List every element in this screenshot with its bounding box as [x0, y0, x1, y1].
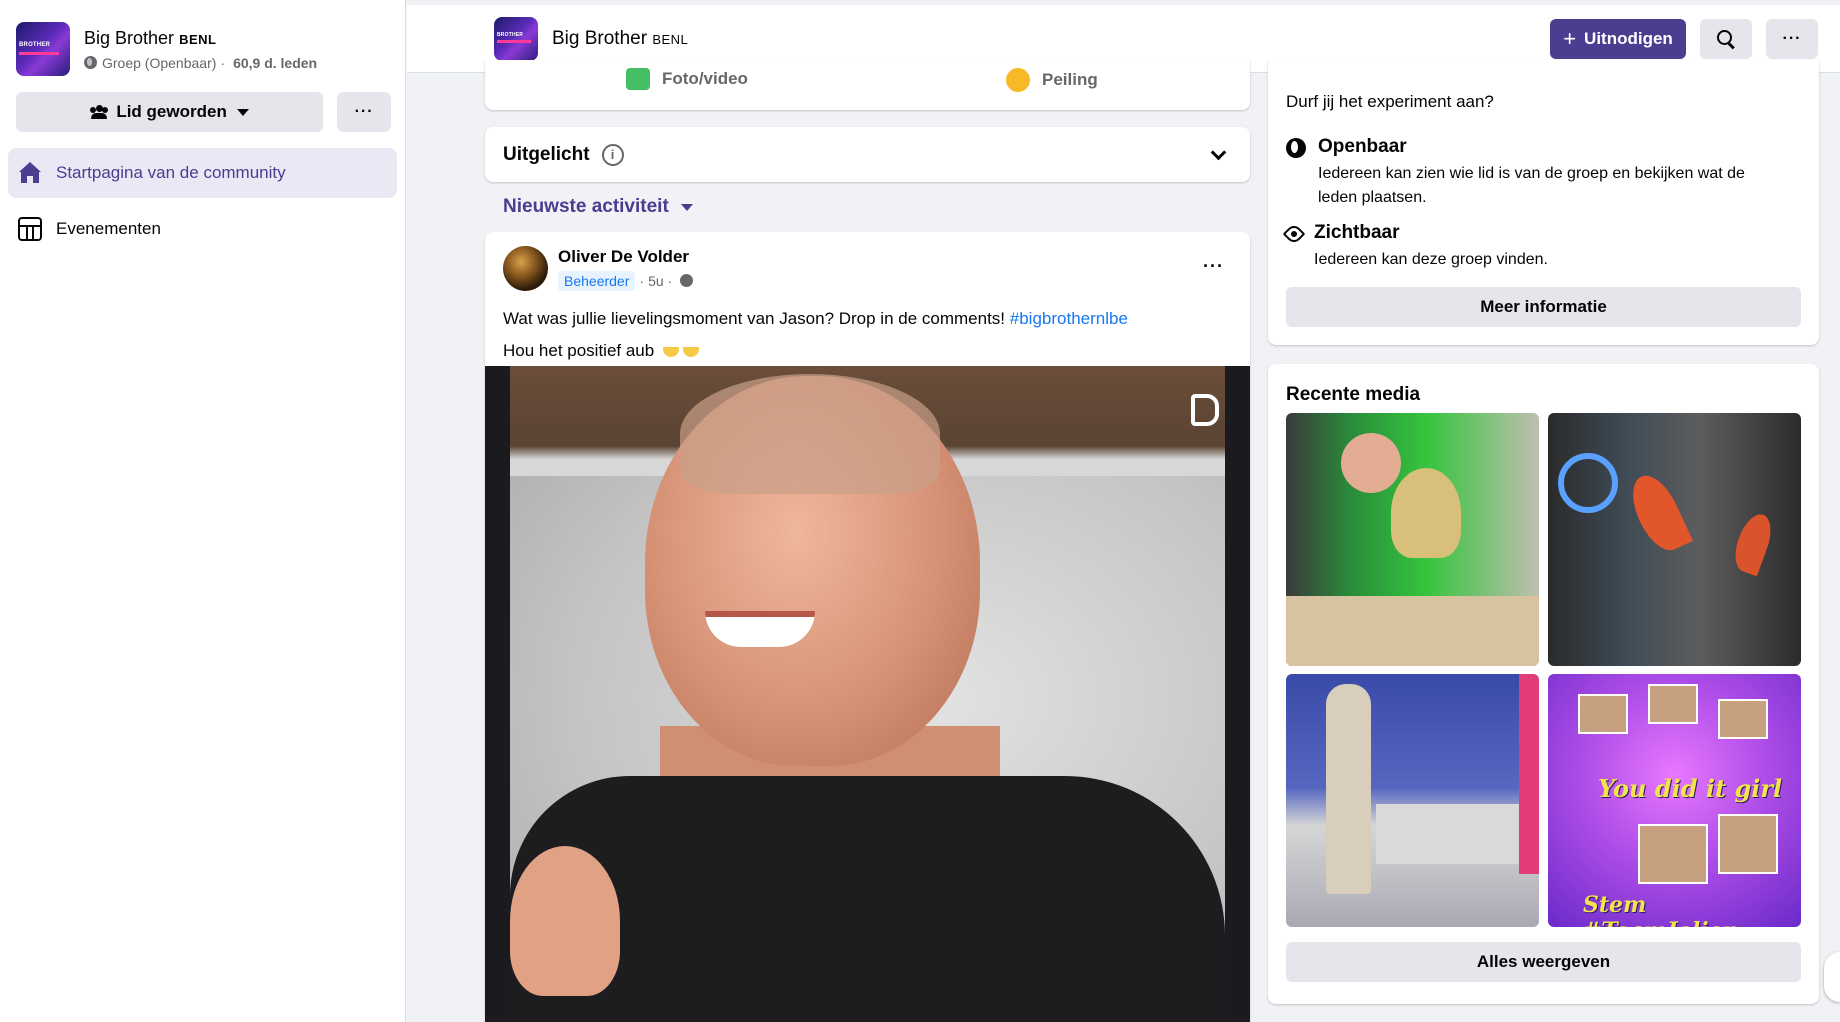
- post-more-button[interactable]: ···: [1203, 256, 1224, 277]
- about-public: Openbaar Iedereen kan zien wie lid is va…: [1286, 136, 1788, 210]
- post-image[interactable]: [485, 366, 1250, 1022]
- thumb-accent-line: [497, 39, 531, 43]
- group-titles: Big Brother BENL Groep (Openbaar) · 60,9…: [84, 28, 317, 71]
- post-text-line-1: Wat was jullie lievelingsmoment van Jaso…: [503, 303, 1232, 335]
- featured-title: Uitgelicht: [503, 143, 590, 165]
- group-member-count[interactable]: 60,9 d. leden: [233, 55, 317, 71]
- globe-icon: [680, 274, 694, 287]
- avatar[interactable]: [503, 246, 548, 291]
- group-subtitle: Groep (Openbaar) · 60,9 d. leden: [84, 55, 317, 71]
- post-text: Wat was jullie lievelingsmoment van Jaso…: [485, 291, 1250, 367]
- sidebar-item-community-home[interactable]: Startpagina van de community: [8, 148, 397, 198]
- about-card: Durf jij het experiment aan? Openbaar Ie…: [1268, 60, 1819, 345]
- sidebar-item-label: Evenementen: [56, 219, 161, 238]
- join-group-button[interactable]: Lid geworden: [16, 92, 324, 132]
- separator-dot: ·: [639, 272, 645, 289]
- post-text-main: Wat was jullie lievelingsmoment van Jaso…: [503, 309, 1006, 328]
- thumb-accent-line: [19, 52, 59, 55]
- show-all-media-button[interactable]: Alles weergeven: [1286, 942, 1801, 982]
- invite-label: Uitnodigen: [1584, 29, 1673, 48]
- eye-icon: [1282, 222, 1306, 246]
- top-group-title[interactable]: Big Brother BENL: [552, 28, 688, 50]
- featured-section[interactable]: Uitgelicht i: [485, 127, 1250, 182]
- about-visible-desc: Iedereen kan deze groep vinden.: [1314, 251, 1548, 268]
- top-group-title-suffix[interactable]: BENL: [652, 32, 688, 47]
- group-cover-thumbnail-small[interactable]: BROTHER: [494, 16, 538, 61]
- top-more-button[interactable]: ···: [1766, 19, 1818, 59]
- sidebar-item-events[interactable]: Evenementen: [8, 204, 397, 254]
- feed-post: Oliver De Volder Beheerder · 5u · ··· Wa…: [485, 232, 1250, 1022]
- group-cover-thumbnail[interactable]: BROTHER: [16, 22, 70, 76]
- caret-down-icon: [236, 108, 249, 116]
- group-name[interactable]: Big Brother BENL: [84, 28, 317, 49]
- join-group-label: Lid geworden: [116, 102, 227, 121]
- scroll-to-top-button[interactable]: [1824, 952, 1840, 1002]
- info-icon[interactable]: i: [601, 143, 624, 166]
- about-visible-title: Zichtbaar: [1314, 222, 1400, 243]
- about-public-desc: Iedereen kan zien wie lid is van de groe…: [1318, 165, 1745, 206]
- about-visible: Zichtbaar Iedereen kan deze groep vinden…: [1282, 222, 1784, 272]
- caret-down-icon: [680, 203, 693, 211]
- post-meta-line: Beheerder · 5u ·: [558, 270, 694, 291]
- photo-video-button[interactable]: Foto/video: [626, 68, 748, 90]
- media-overlay-text: You did it girl: [1598, 774, 1783, 803]
- thumb-logo-text: BROTHER: [497, 31, 524, 38]
- left-sidebar: BROTHER Big Brother BENL Groep (Openbaar…: [0, 0, 406, 1022]
- heart-hands-emoji-icon: [682, 346, 699, 357]
- group-header: BROTHER Big Brother BENL Groep (Openbaar…: [0, 0, 405, 76]
- more-info-button[interactable]: Meer informatie: [1286, 287, 1801, 327]
- people-icon: [90, 105, 109, 119]
- globe-icon: [84, 56, 97, 69]
- post-photo: [510, 366, 1225, 1022]
- post-author[interactable]: Oliver De Volder: [558, 247, 693, 267]
- media-thumbnail[interactable]: [1548, 413, 1801, 666]
- search-button[interactable]: [1700, 19, 1752, 59]
- about-public-title: Openbaar: [1318, 136, 1407, 157]
- search-icon: [1717, 30, 1735, 48]
- home-icon: [18, 161, 42, 185]
- separator-dot: ·: [220, 54, 226, 71]
- media-overlay-text: Stem #TeamJolien: [1583, 892, 1739, 927]
- media-thumbnail[interactable]: You did it girl Stem #TeamJolien: [1548, 674, 1801, 927]
- feed-sort-label: Nieuwste activiteit: [503, 196, 669, 217]
- post-hashtag[interactable]: #bigbrothernlbe: [1010, 309, 1128, 328]
- feed-sort-dropdown[interactable]: Nieuwste activiteit: [503, 196, 693, 218]
- about-description: Durf jij het experiment aan?: [1286, 92, 1494, 111]
- post-text-second: Hou het positief aub: [503, 341, 655, 360]
- thumb-logo-text: BROTHER: [19, 42, 51, 48]
- heart-hands-emoji-icon: [662, 346, 679, 357]
- top-group-title-text[interactable]: Big Brother: [552, 28, 647, 49]
- separator-dot: ·: [667, 272, 673, 289]
- post-text-line-2: Hou het positief aub: [503, 335, 1232, 367]
- watermark-logo-icon: [1191, 394, 1219, 426]
- post-meta: Oliver De Volder Beheerder · 5u ·: [558, 247, 694, 291]
- chevron-down-icon[interactable]: [1210, 144, 1227, 161]
- sidebar-item-label: Startpagina van de community: [56, 163, 286, 182]
- post-header: Oliver De Volder Beheerder · 5u ·: [485, 232, 1250, 291]
- recent-media-card: Recente media You did it girl Stem #Team…: [1268, 364, 1819, 1004]
- group-name-suffix[interactable]: BENL: [179, 32, 216, 47]
- post-composer: Foto/video Peiling: [485, 60, 1250, 110]
- plus-icon: +: [1563, 26, 1577, 51]
- photo-video-label: Foto/video: [662, 69, 748, 88]
- globe-icon: [1286, 138, 1306, 158]
- calendar-icon: [18, 217, 42, 241]
- recent-media-title: Recente media: [1286, 384, 1421, 405]
- media-thumbnail[interactable]: [1286, 674, 1539, 927]
- group-name-text[interactable]: Big Brother: [84, 28, 174, 48]
- photo-icon: [626, 68, 650, 90]
- post-time[interactable]: 5u: [648, 273, 664, 289]
- invite-button[interactable]: + Uitnodigen: [1550, 19, 1686, 59]
- poll-icon: [1006, 68, 1030, 92]
- media-thumbnail[interactable]: [1286, 413, 1539, 666]
- media-grid: You did it girl Stem #TeamJolien: [1286, 413, 1801, 927]
- poll-button[interactable]: Peiling: [1006, 68, 1098, 92]
- top-actions: + Uitnodigen ···: [1550, 19, 1818, 59]
- poll-label: Peiling: [1042, 70, 1098, 89]
- group-more-button[interactable]: ···: [337, 92, 391, 132]
- group-privacy: Groep (Openbaar): [102, 54, 217, 71]
- role-badge[interactable]: Beheerder: [558, 270, 636, 291]
- group-nav: Startpagina van de community Evenementen: [0, 132, 405, 254]
- group-actions: Lid geworden ···: [0, 76, 405, 132]
